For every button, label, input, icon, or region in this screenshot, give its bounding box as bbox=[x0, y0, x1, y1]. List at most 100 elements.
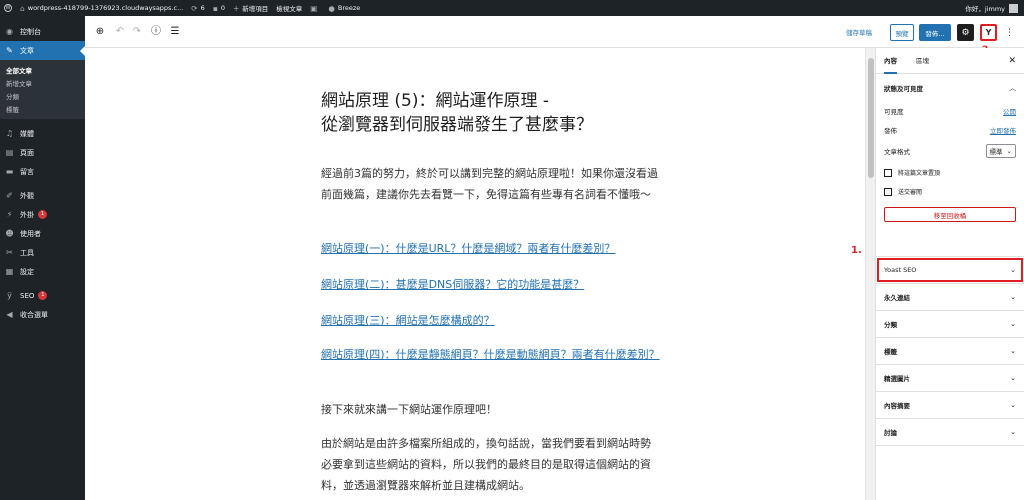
sidebar-item-media[interactable]: ♫ 媒體 bbox=[0, 124, 85, 143]
submenu-tags[interactable]: 標籤 bbox=[0, 102, 85, 115]
sidebar-item-appearance[interactable]: ✐ 外觀 bbox=[0, 186, 85, 205]
wordpress-icon: W bbox=[4, 4, 12, 12]
editor-toolbar: ⊕ ↶ ↷ ⓘ ☰ 儲存草稿 預覽 發佈... ⚙ Y ⋮ 2. bbox=[85, 16, 1024, 55]
media-icon: ♫ bbox=[5, 129, 14, 138]
paragraph-link-4[interactable]: 網站原理(四)：什麼是靜態網頁？什麼是動態網頁？兩者有什麼差別？ bbox=[321, 344, 661, 365]
visibility-link[interactable]: 公開 bbox=[1003, 106, 1016, 116]
yoast-seo-button[interactable]: Y bbox=[980, 24, 997, 41]
wrench-icon: ✂ bbox=[6, 248, 13, 257]
paragraph-2[interactable]: 接下來就來講一下網站運作原理吧！ bbox=[321, 399, 661, 420]
sidebar-item-settings[interactable]: ▦ 設定 bbox=[0, 262, 85, 281]
paragraph-link-1[interactable]: 網站原理(一)：什麼是URL？什麼是網域？兩者有什麼差別？ bbox=[321, 238, 661, 259]
chevron-down-icon: ⌄ bbox=[1010, 293, 1016, 301]
sidebar-item-users[interactable]: ☻ 使用者 bbox=[0, 224, 85, 243]
chevron-down-icon: ⌄ bbox=[1010, 374, 1016, 382]
settings-button[interactable]: ⚙ bbox=[957, 24, 974, 41]
panel-tags-toggle[interactable]: 標籤 ⌄ bbox=[876, 338, 1024, 365]
sidebar-item-tools[interactable]: ✂ 工具 bbox=[0, 243, 85, 262]
seo-badge: 1 bbox=[38, 291, 48, 300]
dashboard-icon: ◉ bbox=[6, 27, 13, 36]
publish-date-link[interactable]: 立即發佈 bbox=[990, 125, 1016, 135]
site-name-link[interactable]: ⌂ wordpress-418799-1376923.cloudwaysapps.… bbox=[16, 0, 187, 16]
submenu-categories[interactable]: 分類 bbox=[0, 89, 85, 102]
close-panel-button[interactable]: ✕ bbox=[1008, 56, 1016, 66]
comment-icon: ▪ bbox=[212, 3, 218, 13]
post-title[interactable]: 網站原理 (5)：網站運作原理 - 從瀏覽器到伺服器端發生了甚麼事？ bbox=[321, 89, 661, 137]
updates-link[interactable]: ⟳ 6 bbox=[187, 0, 208, 16]
submenu-all-posts[interactable]: 全部文章 bbox=[0, 63, 85, 76]
admin-bar: W ⌂ wordpress-418799-1376923.cloudwaysapp… bbox=[0, 0, 1024, 16]
add-block-button[interactable]: ⊕ bbox=[93, 25, 107, 39]
plus-icon: + bbox=[232, 3, 240, 13]
status-visibility-toggle[interactable]: 狀態及可見度 ︿ bbox=[876, 74, 1024, 101]
panel-tabs: 內容 區塊 ✕ bbox=[876, 48, 1024, 74]
panel-discussion-toggle[interactable]: 討論 ⌄ bbox=[876, 419, 1024, 446]
sticky-checkbox[interactable] bbox=[884, 168, 892, 177]
chevron-down-icon: ⌄ bbox=[1010, 428, 1016, 436]
yoast-icon: Y bbox=[985, 28, 992, 37]
settings-icon: ▦ bbox=[5, 267, 14, 276]
avatar bbox=[1009, 3, 1018, 13]
panel-permalink-toggle[interactable]: 永久連結 ⌄ bbox=[876, 284, 1024, 311]
comment-icon: ▬ bbox=[5, 167, 14, 176]
redo-icon: ↷ bbox=[132, 26, 142, 37]
undo-button[interactable]: ↶ bbox=[113, 25, 127, 39]
preview-button[interactable]: 預覽 bbox=[890, 24, 914, 41]
sticky-checkbox-row[interactable]: 將這篇文章置頂 bbox=[876, 163, 1024, 182]
breeze-link[interactable]: ● Breeze bbox=[324, 0, 364, 16]
yoast-seo-panel-toggle[interactable]: Yoast SEO ⌄ bbox=[876, 257, 1024, 284]
pending-checkbox-row[interactable]: 送交審閱 bbox=[876, 182, 1024, 201]
new-item-link[interactable]: + 新增項目 bbox=[229, 0, 272, 16]
collapse-menu-button[interactable]: ◀ 收合選單 bbox=[0, 305, 85, 324]
post-format-select[interactable]: 標準 ⌄ bbox=[985, 144, 1016, 158]
publish-row: 發佈 立即發佈 bbox=[884, 125, 1016, 135]
chevron-down-icon: ⌄ bbox=[1010, 347, 1016, 355]
panel-featured-image-toggle[interactable]: 精選圖片 ⌄ bbox=[876, 365, 1024, 392]
wp-logo-menu[interactable]: W bbox=[0, 0, 16, 16]
scroll-thumb[interactable] bbox=[868, 58, 874, 178]
paragraph-link-3[interactable]: 網站原理(三)：網站是怎麼構成的？ bbox=[321, 310, 661, 331]
sidebar-item-seo[interactable]: ÿ SEO 1 bbox=[0, 286, 85, 305]
paragraph-3[interactable]: 由於網站是由許多檔案所組成的，換句話說，當我們要看到網站時勢必要拿到這些網站的資… bbox=[321, 433, 661, 496]
yoast-adminbar-link[interactable]: ▣ bbox=[306, 0, 324, 16]
account-menu[interactable]: 你好，jimmy bbox=[965, 0, 1018, 16]
posts-submenu: 全部文章 新增文章 分類 標籤 bbox=[0, 60, 85, 119]
post-format-row: 文章格式 標準 ⌄ bbox=[876, 139, 1024, 163]
sidebar-item-dashboard[interactable]: ◉ 控制台 bbox=[0, 22, 85, 41]
comments-link[interactable]: ▪ 0 bbox=[209, 0, 229, 16]
chevron-down-icon: ⌄ bbox=[1006, 147, 1012, 155]
save-draft-button[interactable]: 儲存草稿 bbox=[846, 27, 872, 37]
editor-scrollbar[interactable] bbox=[865, 48, 875, 500]
sidebar-item-posts[interactable]: ✎ 文章 bbox=[0, 41, 85, 60]
yoast-icon: ▣ bbox=[310, 3, 318, 13]
panel-excerpt-toggle[interactable]: 內容摘要 ⌄ bbox=[876, 392, 1024, 419]
view-post-link[interactable]: 檢視文章 bbox=[272, 0, 306, 16]
tab-post[interactable]: 內容 bbox=[884, 48, 897, 74]
breeze-icon: ● bbox=[328, 3, 335, 13]
sidebar-item-comments[interactable]: ▬ 留言 bbox=[0, 162, 85, 181]
yoast-icon: ÿ bbox=[7, 291, 12, 300]
visibility-row: 可見度 公開 bbox=[884, 106, 1016, 116]
chevron-down-icon: ⌄ bbox=[1010, 320, 1016, 328]
tab-block[interactable]: 區塊 bbox=[916, 48, 929, 74]
details-button[interactable]: ⓘ bbox=[149, 25, 163, 39]
paragraph-intro[interactable]: 經過前3篇的努力，終於可以講到完整的網站原理啦！如果你還沒看過前面幾篇，建議你先… bbox=[321, 163, 661, 205]
editor-canvas: 網站原理 (5)：網站運作原理 - 從瀏覽器到伺服器端發生了甚麼事？ 經過前3篇… bbox=[85, 48, 865, 500]
paragraph-link-2[interactable]: 網站原理(二)：甚麼是DNS伺服器？它的功能是甚麼？ bbox=[321, 274, 661, 295]
plus-circle-icon: ⊕ bbox=[95, 26, 105, 37]
info-icon: ⓘ bbox=[151, 26, 161, 37]
pending-checkbox[interactable] bbox=[884, 187, 892, 196]
page-icon: ▤ bbox=[5, 148, 14, 157]
sidebar-item-plugins[interactable]: ⚡ 外掛 1 bbox=[0, 205, 85, 224]
publish-button[interactable]: 發佈... bbox=[919, 24, 951, 41]
redo-button[interactable]: ↷ bbox=[130, 25, 144, 39]
submenu-new-post[interactable]: 新增文章 bbox=[0, 76, 85, 89]
panel-categories-toggle[interactable]: 分類 ⌄ bbox=[876, 311, 1024, 338]
more-options-button[interactable]: ⋮ bbox=[1001, 24, 1018, 41]
list-icon: ☰ bbox=[170, 26, 180, 37]
outline-button[interactable]: ☰ bbox=[168, 25, 182, 39]
settings-sidebar: 內容 區塊 ✕ 狀態及可見度 ︿ 可見度 公開 發佈 立即發佈 文章格式 標準 ⌄… bbox=[851, 48, 1024, 500]
move-to-trash-button[interactable]: 移至回收桶 bbox=[884, 207, 1016, 222]
brush-icon: ✐ bbox=[6, 191, 13, 200]
sidebar-item-pages[interactable]: ▤ 頁面 bbox=[0, 143, 85, 162]
